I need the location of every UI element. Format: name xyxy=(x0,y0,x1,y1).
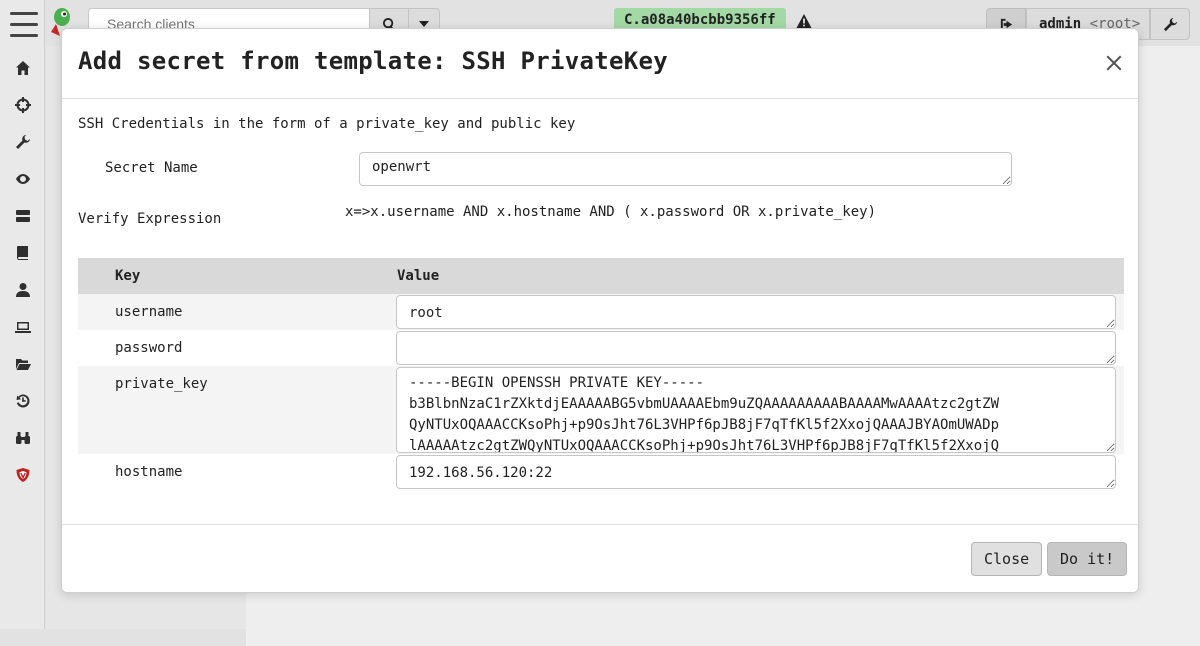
laptop-icon[interactable] xyxy=(14,318,32,336)
folder-open-icon[interactable] xyxy=(14,355,32,373)
private-key-value-input[interactable] xyxy=(396,367,1116,453)
eye-icon[interactable] xyxy=(14,170,32,188)
close-button[interactable]: Close xyxy=(971,542,1043,576)
close-icon[interactable] xyxy=(1102,51,1126,75)
verify-expression-value: x=>x.username AND x.hostname AND ( x.pas… xyxy=(345,204,877,220)
field-key: hostname xyxy=(78,454,396,490)
field-key: password xyxy=(78,330,396,366)
table-row: hostname xyxy=(78,454,1124,490)
table-row: password xyxy=(78,330,1124,366)
wrench-icon[interactable] xyxy=(14,133,32,151)
value-column-header: Value xyxy=(396,258,1124,294)
home-icon[interactable] xyxy=(14,59,32,77)
secret-fields-table: Key Value username password private_key … xyxy=(78,258,1124,490)
chevron-down-icon xyxy=(419,21,429,27)
server-icon[interactable] xyxy=(14,207,32,225)
user-settings-button[interactable] xyxy=(1150,8,1190,40)
sidebar xyxy=(0,0,45,629)
modal-footer: Close Do it! xyxy=(62,524,1138,592)
warning-icon xyxy=(796,13,812,29)
do-it-button[interactable]: Do it! xyxy=(1047,542,1128,576)
table-header-row: Key Value xyxy=(78,258,1124,294)
binoculars-icon[interactable] xyxy=(14,429,32,447)
table-row: username xyxy=(78,294,1124,330)
modal-header: Add secret from template: SSH PrivateKey xyxy=(62,29,1138,99)
secret-name-input[interactable] xyxy=(359,152,1012,186)
secret-name-label: Secret Name xyxy=(105,160,198,176)
shield-icon[interactable] xyxy=(14,466,32,484)
username-value-input[interactable] xyxy=(396,295,1116,329)
history-icon[interactable] xyxy=(14,392,32,410)
field-key: username xyxy=(78,294,396,330)
book-icon[interactable] xyxy=(14,244,32,262)
template-description: SSH Credentials in the form of a private… xyxy=(78,116,576,132)
hostname-value-input[interactable] xyxy=(396,455,1116,489)
modal-title: Add secret from template: SSH PrivateKey xyxy=(78,47,668,75)
user-icon[interactable] xyxy=(14,281,32,299)
wrench-icon xyxy=(1163,17,1177,31)
add-secret-modal: Add secret from template: SSH PrivateKey… xyxy=(61,28,1139,593)
field-key: private_key xyxy=(78,366,396,454)
key-column-header: Key xyxy=(78,258,396,294)
verify-expression-label: Verify Expression xyxy=(78,211,222,227)
password-value-input[interactable] xyxy=(396,331,1116,365)
crosshair-icon[interactable] xyxy=(14,96,32,114)
hamburger-menu-icon[interactable] xyxy=(10,12,38,40)
table-row: private_key xyxy=(78,366,1124,454)
